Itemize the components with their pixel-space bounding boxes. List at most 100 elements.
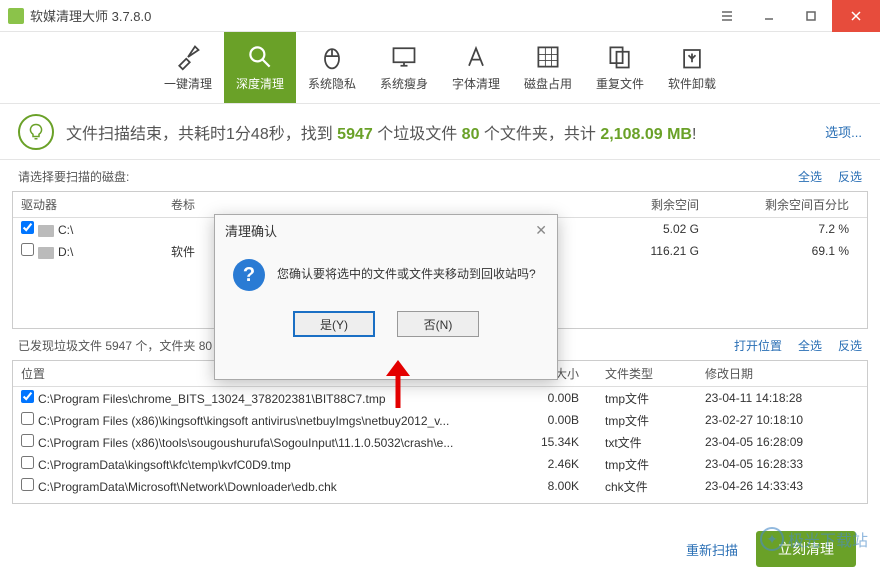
file-size: 2.46K [497, 457, 597, 471]
disk-section-header: 请选择要扫描的磁盘: 全选 反选 [0, 160, 880, 191]
dialog-yes-button[interactable]: 是(Y) [293, 311, 375, 337]
maximize-button[interactable] [790, 0, 832, 32]
drive-free: 116.21 G [567, 244, 707, 258]
question-icon: ? [233, 259, 265, 291]
file-type: chk文件 [597, 478, 697, 495]
monitor-icon [390, 43, 418, 71]
tab-label: 磁盘占用 [524, 75, 572, 92]
disk-select-all[interactable]: 全选 [798, 168, 822, 185]
table-row[interactable]: C:\Program Files (x86)\kingsoft\kingsoft… [13, 409, 867, 431]
table-row[interactable]: C:\ProgramData\kingsoft\kfc\temp\kvfC0D9… [13, 453, 867, 475]
window-title: 软媒清理大师 3.7.8.0 [30, 6, 706, 25]
titlebar: 软媒清理大师 3.7.8.0 [0, 0, 880, 32]
file-invert[interactable]: 反选 [838, 337, 862, 354]
tab-label: 字体清理 [452, 75, 500, 92]
summary-bar: 文件扫描结束，共耗时1分48秒，找到 5947 个垃圾文件 80 个文件夹，共计… [0, 104, 880, 160]
file-date: 23-04-11 14:18:28 [697, 391, 867, 405]
tab-quick-clean[interactable]: 一键清理 [152, 32, 224, 103]
nav-tabs: 一键清理 深度清理 系统隐私 系统瘦身 字体清理 磁盘占用 重复文件 软件卸载 [0, 32, 880, 104]
col-type[interactable]: 文件类型 [597, 365, 697, 382]
dialog-message: 您确认要将选中的文件或文件夹移动到回收站吗? [277, 259, 536, 282]
file-type: tmp文件 [597, 412, 697, 429]
grid-icon [534, 43, 562, 71]
file-select-all[interactable]: 全选 [798, 337, 822, 354]
clean-button[interactable]: 立刻清理 [756, 531, 856, 567]
file-date: 23-04-05 16:28:09 [697, 435, 867, 449]
file-size: 0.00B [497, 391, 597, 405]
magnifier-icon [246, 43, 274, 71]
confirm-dialog: 清理确认 ✕ ? 您确认要将选中的文件或文件夹移动到回收站吗? 是(Y) 否(N… [214, 214, 558, 380]
disk-section-label: 请选择要扫描的磁盘: [18, 168, 782, 185]
dialog-header: 清理确认 ✕ [215, 215, 557, 245]
tab-slim[interactable]: 系统瘦身 [368, 32, 440, 103]
file-size: 0.00B [497, 413, 597, 427]
file-path: C:\ProgramData\kingsoft\kfc\temp\kvfC0D9… [38, 458, 291, 472]
tab-label: 深度清理 [236, 75, 284, 92]
col-drive[interactable]: 驱动器 [13, 196, 163, 213]
drive-name: C:\ [58, 223, 73, 237]
file-path: C:\Program Files\chrome_BITS_13024_37820… [38, 392, 386, 406]
close-button[interactable] [832, 0, 880, 32]
disk-invert[interactable]: 反选 [838, 168, 862, 185]
drive-checkbox[interactable] [21, 221, 34, 234]
tab-privacy[interactable]: 系统隐私 [296, 32, 368, 103]
tab-font[interactable]: 字体清理 [440, 32, 512, 103]
file-checkbox[interactable] [21, 478, 34, 491]
col-free[interactable]: 剩余空间 [567, 196, 707, 213]
file-type: tmp文件 [597, 390, 697, 407]
col-pct[interactable]: 剩余空间百分比 [707, 196, 867, 213]
tab-label: 系统隐私 [308, 75, 356, 92]
drive-checkbox[interactable] [21, 243, 34, 256]
col-date[interactable]: 修改日期 [697, 365, 867, 382]
dialog-title: 清理确认 [225, 221, 535, 240]
app-logo [8, 8, 24, 24]
file-type: txt文件 [597, 434, 697, 451]
file-date: 23-04-05 16:28:33 [697, 457, 867, 471]
options-link[interactable]: 选项... [825, 122, 862, 141]
open-location[interactable]: 打开位置 [734, 337, 782, 354]
drive-name: D:\ [58, 245, 73, 259]
file-path: C:\ProgramData\Microsoft\Network\Downloa… [38, 480, 337, 494]
drive-pct: 7.2 % [707, 222, 867, 236]
file-size: 8.00K [497, 479, 597, 493]
file-checkbox[interactable] [21, 412, 34, 425]
recycle-icon [678, 43, 706, 71]
file-path: C:\Program Files (x86)\tools\sougoushuru… [38, 436, 453, 450]
file-table: 位置 大小 文件类型 修改日期 C:\Program Files\chrome_… [12, 360, 868, 504]
file-date: 23-02-27 10:18:10 [697, 413, 867, 427]
file-date: 23-04-26 14:33:43 [697, 479, 867, 493]
font-icon [462, 43, 490, 71]
tab-duplicate[interactable]: 重复文件 [584, 32, 656, 103]
file-checkbox[interactable] [21, 390, 34, 403]
mouse-icon [318, 43, 346, 71]
drive-free: 5.02 G [567, 222, 707, 236]
brush-icon [174, 43, 202, 71]
rescan-link[interactable]: 重新扫描 [686, 540, 738, 559]
minimize-button[interactable] [748, 0, 790, 32]
tab-deep-clean[interactable]: 深度清理 [224, 32, 296, 103]
file-size: 15.34K [497, 435, 597, 449]
file-checkbox[interactable] [21, 456, 34, 469]
col-label[interactable]: 卷标 [163, 196, 243, 213]
table-row[interactable]: C:\Program Files (x86)\tools\sougoushuru… [13, 431, 867, 453]
drive-icon [38, 247, 54, 259]
file-checkbox[interactable] [21, 434, 34, 447]
dialog-close-icon[interactable]: ✕ [535, 222, 547, 239]
dialog-no-button[interactable]: 否(N) [397, 311, 479, 337]
file-type: tmp文件 [597, 456, 697, 473]
table-row[interactable]: C:\ProgramData\Microsoft\Network\Downloa… [13, 475, 867, 497]
bottom-actions: 重新扫描 立刻清理 [686, 531, 856, 567]
tab-label: 软件卸载 [668, 75, 716, 92]
duplicate-icon [606, 43, 634, 71]
tab-uninstall[interactable]: 软件卸载 [656, 32, 728, 103]
tab-label: 重复文件 [596, 75, 644, 92]
file-path: C:\Program Files (x86)\kingsoft\kingsoft… [38, 414, 449, 428]
summary-message: 文件扫描结束，共耗时1分48秒，找到 5947 个垃圾文件 80 个文件夹，共计… [66, 120, 825, 144]
menu-button[interactable] [706, 0, 748, 32]
drive-pct: 69.1 % [707, 244, 867, 258]
bulb-icon [18, 114, 54, 150]
tab-disk[interactable]: 磁盘占用 [512, 32, 584, 103]
table-row[interactable]: C:\Program Files\chrome_BITS_13024_37820… [13, 387, 867, 409]
tab-label: 系统瘦身 [380, 75, 428, 92]
drive-icon [38, 225, 54, 237]
